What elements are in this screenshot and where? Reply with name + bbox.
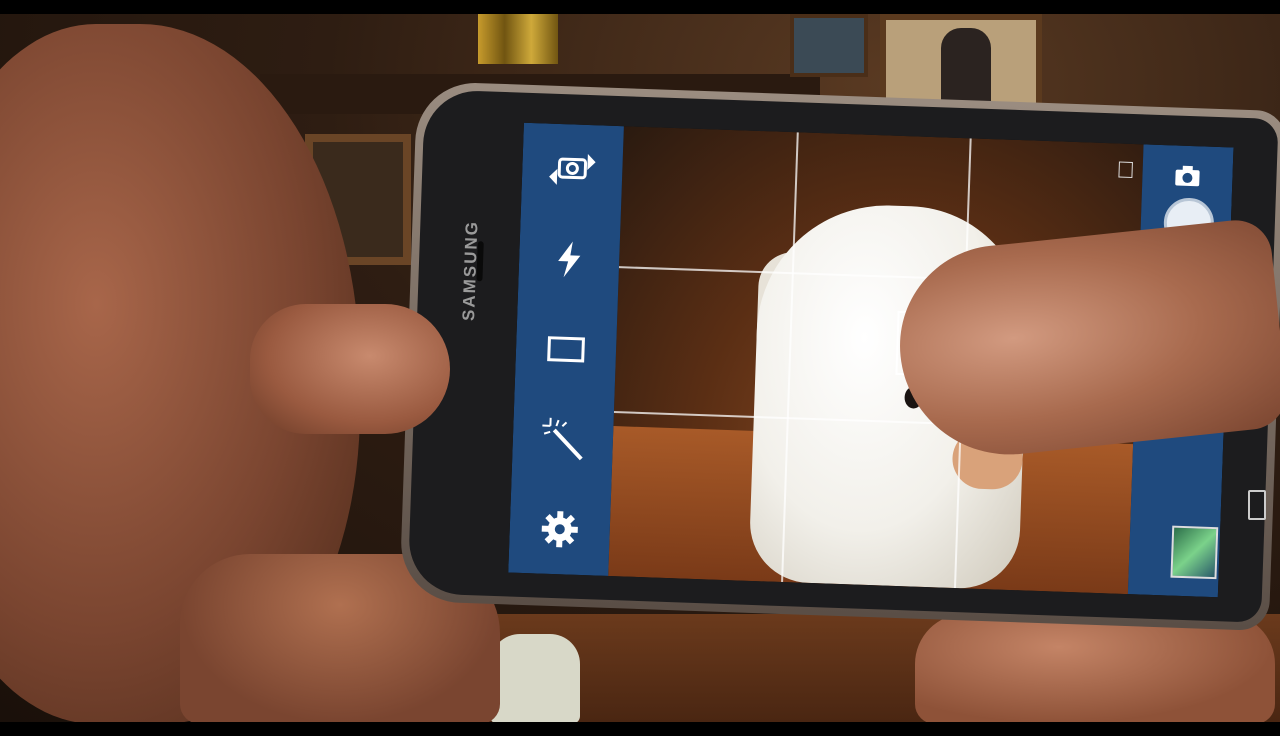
- letterbox-top: [0, 0, 1280, 14]
- gear-icon: [541, 511, 578, 548]
- letterbox-bottom: [0, 722, 1280, 736]
- settings-button[interactable]: [529, 498, 591, 560]
- switch-camera-button[interactable]: [541, 138, 603, 200]
- figurine-under-phone: [490, 634, 580, 722]
- effects-button[interactable]: [532, 408, 594, 470]
- right-fingers: [915, 614, 1275, 722]
- background-gold-object: [478, 14, 558, 64]
- aspect-ratio-icon: [547, 336, 585, 363]
- menu-key-icon[interactable]: [1248, 490, 1266, 520]
- photo-scene: SAMSUNG: [0, 14, 1280, 722]
- gallery-thumbnail[interactable]: [1170, 525, 1219, 580]
- effects-wand-icon: [542, 417, 583, 461]
- camera-left-panel: [508, 122, 624, 576]
- switch-camera-icon: [549, 153, 596, 185]
- flash-button[interactable]: [538, 228, 600, 290]
- camera-mode-icon[interactable]: [1167, 163, 1208, 188]
- phone-brand: SAMSUNG: [459, 219, 482, 322]
- storage-icon: [1118, 161, 1133, 178]
- aspect-ratio-button[interactable]: [535, 318, 597, 380]
- left-thumb: [250, 304, 450, 434]
- background-picture-frame-small: [790, 14, 868, 77]
- flash-icon: [558, 241, 581, 278]
